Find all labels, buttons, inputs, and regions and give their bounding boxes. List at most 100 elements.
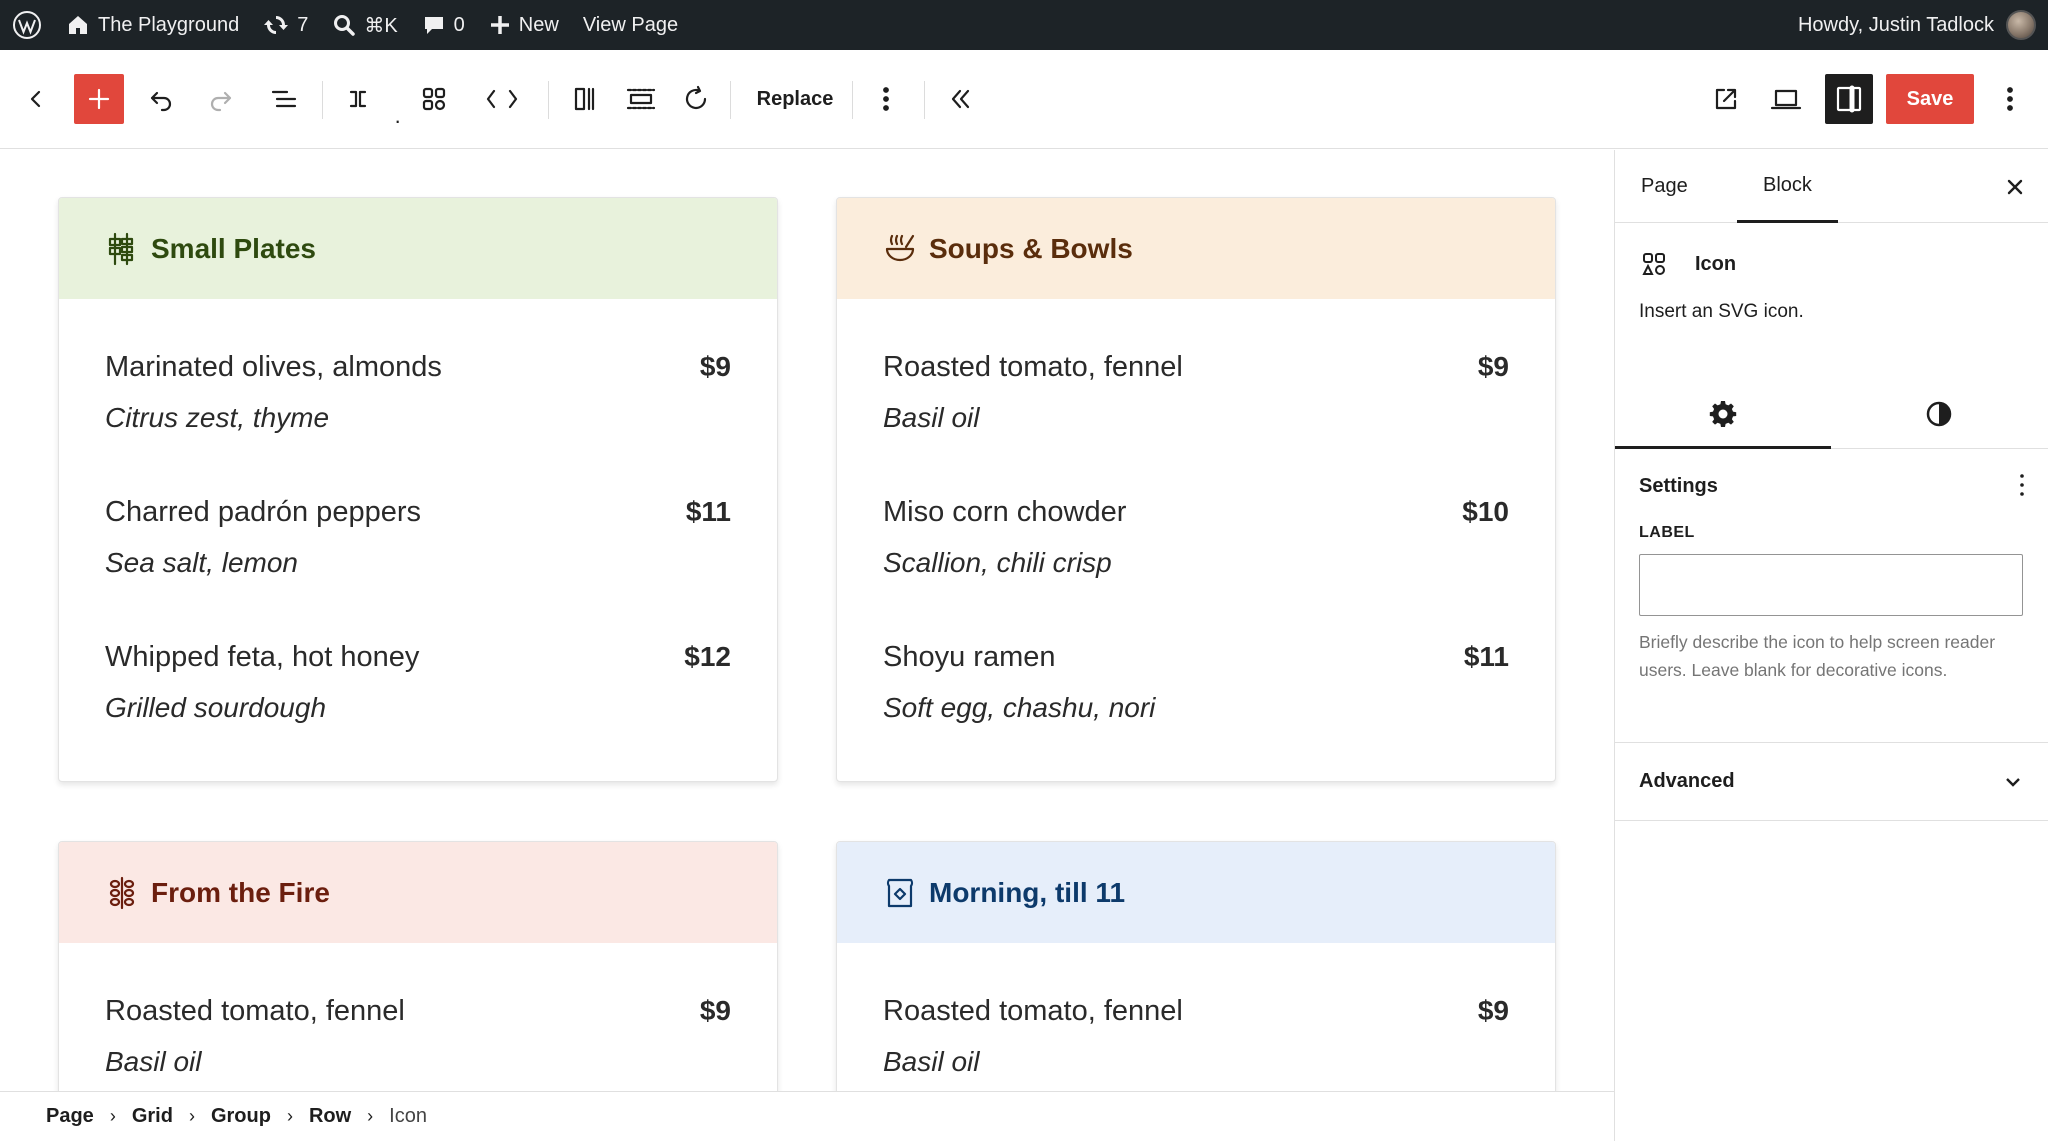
item-description[interactable]: Grilled sourdough bbox=[105, 692, 731, 724]
editor-canvas[interactable]: Small Plates Marinated olives, almonds C… bbox=[0, 150, 1614, 1091]
item-description[interactable]: Basil oil bbox=[883, 1046, 1509, 1078]
card-header[interactable]: Small Plates bbox=[59, 198, 777, 299]
rotate-icon bbox=[685, 85, 707, 110]
card-title[interactable]: From the Fire bbox=[151, 877, 330, 909]
breadcrumb-page[interactable]: Page bbox=[34, 1105, 106, 1128]
item-description[interactable]: Citrus zest, thyme bbox=[105, 402, 731, 434]
toolbar-dot: · bbox=[394, 108, 402, 133]
item-price[interactable]: $10 bbox=[1462, 496, 1509, 528]
card-header[interactable]: Soups & Bowls bbox=[837, 198, 1555, 299]
justify-button[interactable] bbox=[564, 74, 606, 124]
breadcrumb-group[interactable]: Group bbox=[199, 1105, 283, 1128]
collapse-toolbar-button[interactable] bbox=[940, 74, 982, 124]
advanced-panel-toggle[interactable]: Advanced bbox=[1615, 743, 2048, 821]
chevron-double-left-icon bbox=[951, 89, 970, 109]
card-header[interactable]: Morning, till 11 bbox=[837, 842, 1555, 943]
item-price[interactable]: $9 bbox=[700, 351, 731, 383]
view-page-link[interactable]: View Page bbox=[571, 0, 690, 50]
device-preview-button[interactable] bbox=[1764, 74, 1808, 124]
tab-block[interactable]: Block bbox=[1737, 150, 1838, 223]
account-greeting[interactable]: Howdy, Justin Tadlock bbox=[1798, 14, 1994, 37]
tab-settings[interactable] bbox=[1615, 379, 1831, 449]
vertical-align-icon bbox=[626, 88, 656, 110]
menu-card-soups-bowls[interactable]: Soups & Bowls Roasted tomato, fennel Bas… bbox=[836, 197, 1556, 782]
close-sidebar-button[interactable] bbox=[2000, 172, 2030, 202]
document-overview-button[interactable] bbox=[262, 74, 306, 124]
item-price[interactable]: $9 bbox=[700, 995, 731, 1027]
replace-button[interactable]: Replace bbox=[745, 74, 845, 124]
menu-item[interactable]: Roasted tomato, fennel Basil oil $9 bbox=[883, 327, 1509, 472]
close-icon bbox=[2007, 179, 2023, 195]
item-description[interactable]: Soft egg, chashu, nori bbox=[883, 692, 1509, 724]
item-name[interactable]: Roasted tomato, fennel bbox=[105, 995, 731, 1028]
item-description[interactable]: Scallion, chili crisp bbox=[883, 547, 1509, 579]
item-price[interactable]: $11 bbox=[1464, 641, 1509, 673]
comments-link[interactable]: 0 bbox=[410, 0, 477, 50]
item-name[interactable]: Shoyu ramen bbox=[883, 641, 1509, 674]
wordpress-logo-button[interactable] bbox=[0, 0, 54, 50]
item-name[interactable]: Marinated olives, almonds bbox=[105, 351, 731, 384]
menu-card-from-the-fire[interactable]: From the Fire Roasted tomato, fennel Bas… bbox=[58, 841, 778, 1091]
label-input[interactable] bbox=[1639, 554, 2023, 616]
menu-item[interactable]: Roasted tomato, fennel Basil oil $9 bbox=[883, 971, 1509, 1091]
updates-link[interactable]: 7 bbox=[251, 0, 320, 50]
item-price[interactable]: $9 bbox=[1478, 995, 1509, 1027]
options-button[interactable] bbox=[1992, 74, 2028, 124]
soup-bowl-icon[interactable] bbox=[883, 232, 917, 266]
parent-block-button[interactable] bbox=[338, 74, 378, 124]
item-name[interactable]: Whipped feta, hot honey bbox=[105, 641, 731, 674]
save-button[interactable]: Save bbox=[1886, 74, 1974, 124]
redo-button[interactable] bbox=[200, 74, 242, 124]
settings-sidebar-toggle[interactable] bbox=[1825, 74, 1873, 124]
view-page-button[interactable] bbox=[1704, 74, 1748, 124]
card-header[interactable]: From the Fire bbox=[59, 842, 777, 943]
item-name[interactable]: Miso corn chowder bbox=[883, 496, 1509, 529]
breadcrumb-row[interactable]: Row bbox=[297, 1105, 363, 1128]
menu-card-morning[interactable]: Morning, till 11 Roasted tomato, fennel … bbox=[836, 841, 1556, 1091]
plus-icon bbox=[88, 88, 110, 110]
move-arrows-button[interactable] bbox=[480, 74, 524, 124]
menu-item[interactable]: Charred padrón peppers Sea salt, lemon $… bbox=[105, 472, 731, 617]
menu-card-small-plates[interactable]: Small Plates Marinated olives, almonds C… bbox=[58, 197, 778, 782]
site-name-link[interactable]: The Playground bbox=[54, 0, 251, 50]
menu-item[interactable]: Shoyu ramen Soft egg, chashu, nori $11 bbox=[883, 617, 1509, 762]
menu-item[interactable]: Miso corn chowder Scallion, chili crisp … bbox=[883, 472, 1509, 617]
item-price[interactable]: $9 bbox=[1478, 351, 1509, 383]
item-name[interactable]: Roasted tomato, fennel bbox=[883, 351, 1509, 384]
item-price[interactable]: $12 bbox=[684, 641, 731, 673]
block-inserter-button[interactable] bbox=[74, 74, 124, 124]
settings-options-button[interactable] bbox=[2018, 471, 2026, 499]
back-button[interactable] bbox=[18, 74, 54, 124]
toolbar-separator bbox=[852, 81, 853, 119]
card-title[interactable]: Soups & Bowls bbox=[929, 233, 1133, 265]
item-name[interactable]: Roasted tomato, fennel bbox=[883, 995, 1509, 1028]
card-title[interactable]: Small Plates bbox=[151, 233, 316, 265]
advanced-title: Advanced bbox=[1639, 770, 1735, 792]
item-price[interactable]: $11 bbox=[686, 496, 731, 528]
block-options-button[interactable] bbox=[866, 74, 906, 124]
rotate-button[interactable] bbox=[676, 74, 716, 124]
item-name[interactable]: Charred padrón peppers bbox=[105, 496, 731, 529]
item-description[interactable]: Sea salt, lemon bbox=[105, 547, 731, 579]
toast-icon[interactable] bbox=[883, 876, 917, 910]
menu-item[interactable]: Marinated olives, almonds Citrus zest, t… bbox=[105, 327, 731, 472]
block-type-button[interactable] bbox=[414, 74, 454, 124]
search-icon bbox=[334, 15, 356, 36]
tab-page[interactable]: Page bbox=[1615, 150, 1714, 223]
undo-button[interactable] bbox=[140, 74, 182, 124]
command-search-link[interactable]: ⌘K bbox=[320, 0, 409, 50]
card-title[interactable]: Morning, till 11 bbox=[929, 877, 1125, 909]
tab-styles[interactable] bbox=[1831, 379, 2047, 449]
skewer-icon[interactable] bbox=[105, 232, 139, 266]
item-description[interactable]: Basil oil bbox=[105, 1046, 731, 1078]
block-card: Icon Insert an SVG icon. bbox=[1615, 223, 2048, 379]
menu-item[interactable]: Whipped feta, hot honey Grilled sourdoug… bbox=[105, 617, 731, 762]
item-description[interactable]: Basil oil bbox=[883, 402, 1509, 434]
vertical-align-button[interactable] bbox=[620, 74, 662, 124]
new-content-link[interactable]: New bbox=[477, 0, 571, 50]
avatar[interactable] bbox=[2006, 10, 2036, 40]
grill-icon[interactable] bbox=[105, 876, 139, 910]
settings-panel: Settings LABEL Briefly describe the icon… bbox=[1615, 449, 2048, 743]
menu-item[interactable]: Roasted tomato, fennel Basil oil $9 bbox=[105, 971, 731, 1091]
breadcrumb-grid[interactable]: Grid bbox=[120, 1105, 185, 1128]
